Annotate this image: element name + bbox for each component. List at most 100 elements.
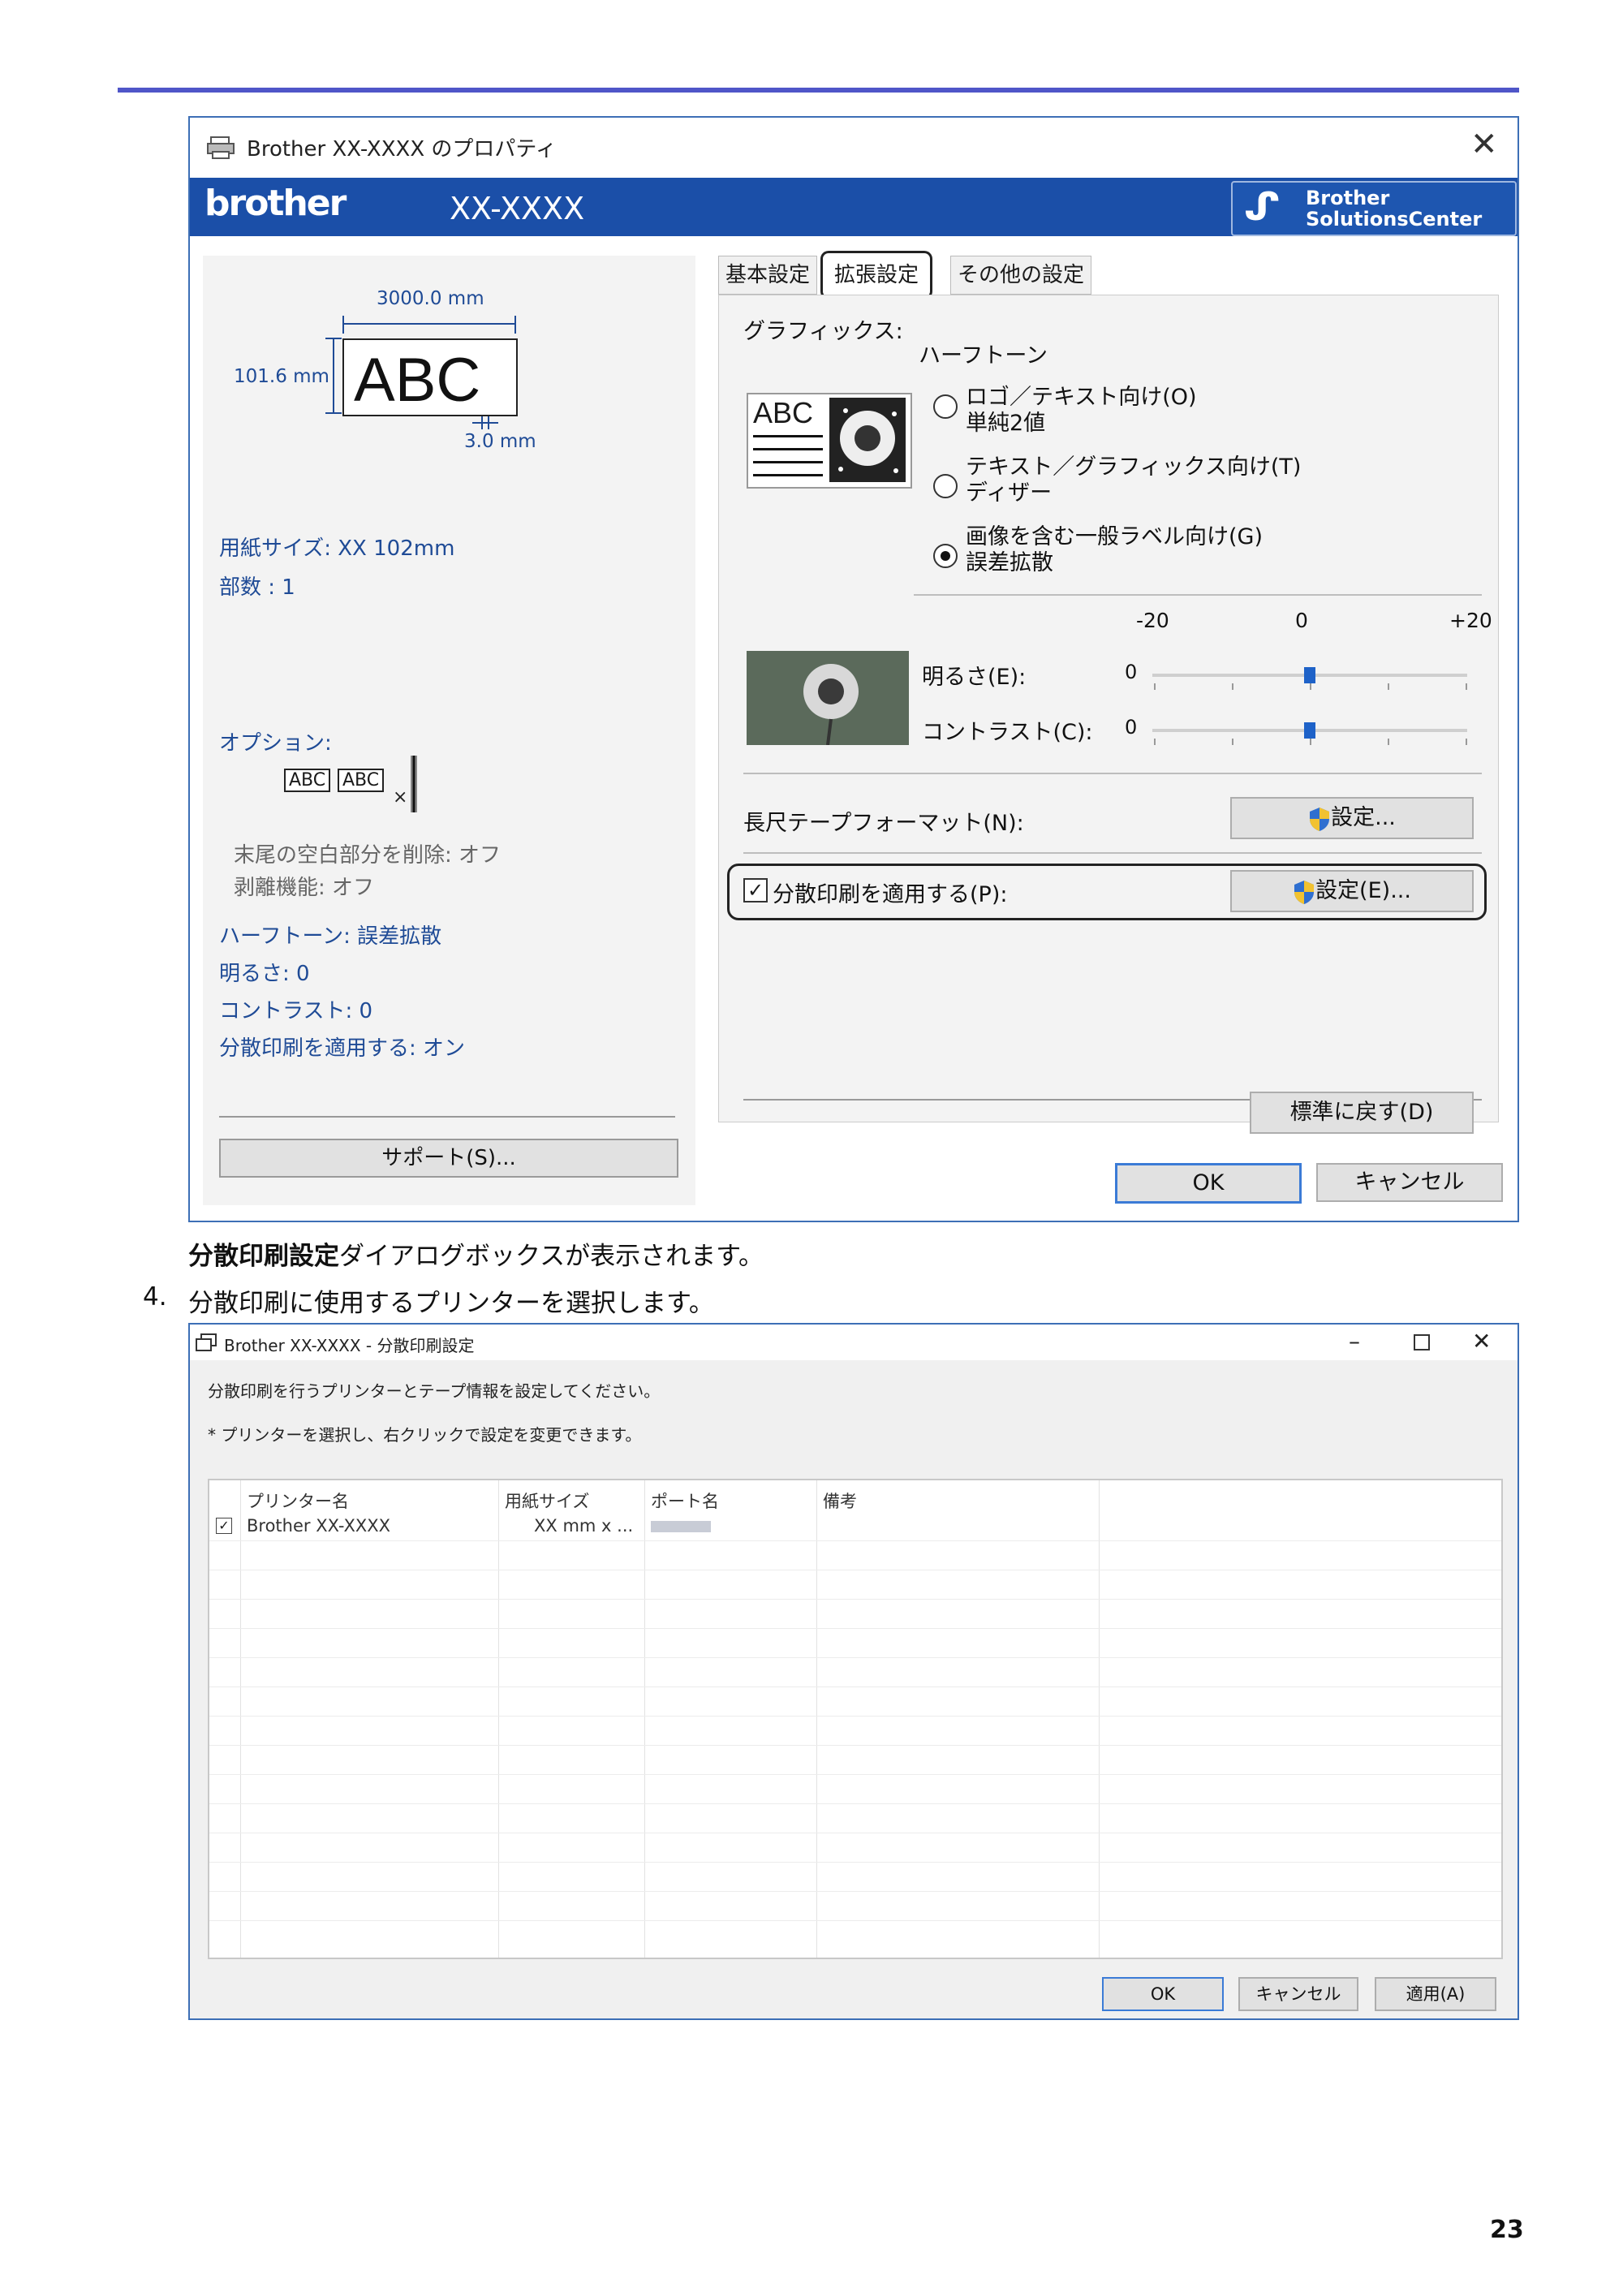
col-notes[interactable]: 備考: [823, 1488, 857, 1513]
radio-logo-text-label: ロゴ／テキスト向け(O): [966, 385, 1197, 410]
window-title-2: Brother XX-XXXX - 分散印刷設定: [224, 1336, 475, 1355]
ok-button-2[interactable]: OK: [1102, 1977, 1224, 2011]
scale-min: -20: [1136, 609, 1169, 632]
title-bar-2: Brother XX-XXXX - 分散印刷設定 – ✕: [190, 1325, 1518, 1360]
radio-text-graphics-label: テキスト／グラフィックス向け(T): [966, 454, 1302, 480]
summary-panel: 3000.0 mm 101.6 mm ABC 3.0 mm 用紙サイズ: XX …: [203, 256, 695, 1205]
row-printer-name: Brother XX-XXXX: [247, 1516, 391, 1536]
step-number: 4.: [143, 1282, 167, 1312]
radio-selected-dot: [941, 551, 950, 561]
scale-mid: 0: [1295, 609, 1308, 632]
apply-button[interactable]: 適用(A): [1375, 1977, 1496, 2011]
summary-options-label: オプション:: [219, 731, 332, 756]
radio-text-graphics-sub: ディザー: [966, 480, 1053, 506]
radio-general-label-label: 画像を含む一般ラベル向け(G): [966, 524, 1263, 549]
sunflower-photo-icon: [747, 651, 909, 745]
caption-bold: 分散印刷設定: [188, 1242, 339, 1271]
printer-list: プリンター名 用紙サイズ ポート名 備考 ✓ Brother XX-XXXX X…: [208, 1479, 1503, 1959]
brightness-slider-thumb[interactable]: [1304, 667, 1315, 683]
instruction-1: 分散印刷を行うプリンターとテープ情報を設定してください。: [208, 1381, 661, 1401]
row-port-blurred: [651, 1521, 711, 1532]
printer-properties-dialog: Brother XX-XXXX のプロパティ ✕ brother XX-XXXX…: [188, 116, 1519, 1222]
table-row[interactable]: ✓ Brother XX-XXXX XX mm x ...: [209, 1513, 1501, 1540]
radio-text-graphics[interactable]: [933, 474, 958, 498]
caption-rest: ダイアログボックスが表示されます。: [339, 1242, 764, 1271]
radio-general-label[interactable]: [933, 544, 958, 568]
minimize-icon[interactable]: –: [1349, 1328, 1360, 1355]
window-title: Brother XX-XXXX のプロパティ: [247, 137, 557, 162]
cancel-button[interactable]: キャンセル: [1316, 1163, 1503, 1202]
step-text: 分散印刷に使用するプリンターを選択します。: [188, 1289, 714, 1318]
solutions-center-button[interactable]: ᔑ Brother SolutionsCenter: [1231, 181, 1517, 236]
solutions-center-icon: ᔑ: [1244, 184, 1281, 230]
col-paper-size[interactable]: 用紙サイズ: [505, 1488, 589, 1513]
restore-defaults-button[interactable]: 標準に戻す(D): [1250, 1092, 1474, 1134]
summary-contrast: コントラスト: 0: [219, 999, 373, 1023]
summary-trim-blank: 末尾の空白部分を削除: オフ: [234, 843, 502, 868]
divider-1: [914, 594, 1482, 596]
cutter-icon: ×: [393, 756, 417, 812]
shield-icon: [1310, 807, 1330, 831]
preview-text: ABC: [354, 346, 481, 415]
label-preview: ABC: [342, 338, 518, 416]
width-dimension-icon: [342, 316, 516, 334]
height-label: 101.6 mm: [234, 366, 329, 387]
long-tape-settings-button[interactable]: 設定...: [1230, 797, 1474, 839]
brightness-value: 0: [1125, 661, 1138, 683]
close-icon[interactable]: ✕: [1470, 126, 1498, 163]
close-icon[interactable]: ✕: [1472, 1328, 1491, 1355]
height-dimension-icon: [325, 338, 342, 414]
brightness-label: 明るさ(E):: [922, 665, 1027, 690]
distributed-settings-button[interactable]: 設定(E)...: [1230, 870, 1474, 912]
settings-panel: 基本設定 拡張設定 その他の設定 グラフィックス: ハーフトーン ABC ロゴ／…: [715, 251, 1502, 1165]
shield-icon: [1294, 880, 1315, 904]
distributed-settings-label: 設定(E)...: [1315, 878, 1411, 903]
contrast-label: コントラスト(C):: [922, 720, 1093, 745]
cancel-button-2[interactable]: キャンセル: [1238, 1977, 1358, 2011]
printer-icon: [207, 136, 235, 159]
contrast-value: 0: [1125, 716, 1138, 739]
long-tape-label: 長尺テープフォーマット(N):: [743, 811, 1024, 836]
distributed-print-dialog: Brother XX-XXXX - 分散印刷設定 – ✕ 分散印刷を行うプリンタ…: [188, 1323, 1519, 2020]
summary-halftone: ハーフトーン: 誤差拡散: [219, 924, 442, 949]
col-port-name[interactable]: ポート名: [651, 1488, 719, 1513]
instruction-2: * プリンターを選択し、右クリックで設定を変更できます。: [208, 1425, 642, 1445]
graphics-preview-icon: ABC: [747, 393, 912, 489]
bsc-line1: Brother: [1306, 187, 1390, 209]
summary-distributed: 分散印刷を適用する: オン: [219, 1036, 466, 1061]
radio-general-label-sub: 誤差拡散: [966, 550, 1053, 575]
support-button[interactable]: サポート(S)...: [219, 1139, 678, 1178]
page-number: 23: [1490, 2216, 1524, 2244]
caption-line: 分散印刷設定ダイアログボックスが表示されます。: [188, 1235, 764, 1272]
radio-logo-text-sub: 単純2値: [966, 411, 1046, 436]
contrast-slider-thumb[interactable]: [1304, 722, 1315, 739]
maximize-icon[interactable]: [1414, 1334, 1430, 1350]
distributed-checkbox[interactable]: ✓: [743, 878, 768, 902]
advanced-tab-content: グラフィックス: ハーフトーン ABC ロゴ／テキスト向け(O) 単純2値 テキ…: [718, 295, 1499, 1122]
tab-basic[interactable]: 基本設定: [718, 256, 818, 295]
summary-divider: [219, 1116, 675, 1118]
row-checkbox[interactable]: ✓: [216, 1518, 232, 1534]
model-name: XX-XXXX: [450, 191, 585, 226]
distributed-label: 分散印刷を適用する(P):: [773, 882, 1008, 907]
tab-advanced[interactable]: 拡張設定: [820, 251, 933, 299]
tab-other[interactable]: その他の設定: [950, 256, 1092, 295]
halftone-label: ハーフトーン: [919, 343, 1048, 368]
option-label-icon-2: ABC: [338, 769, 385, 792]
scale-max: +20: [1449, 609, 1492, 632]
row-paper-size: XX mm x ...: [534, 1516, 634, 1536]
graphics-label: グラフィックス:: [743, 319, 903, 344]
printer-icon: [196, 1333, 217, 1351]
margin-label: 3.0 mm: [464, 431, 536, 452]
margin-dimension-icon: [472, 416, 498, 429]
long-tape-settings-label: 設定...: [1331, 805, 1396, 830]
bsc-line2: SolutionsCenter: [1306, 208, 1483, 230]
option-label-icon-1: ABC: [284, 769, 331, 792]
summary-paper-size: 用紙サイズ: XX 102mm: [219, 536, 455, 561]
divider-2: [743, 773, 1482, 774]
radio-logo-text[interactable]: [933, 394, 958, 419]
ok-button[interactable]: OK: [1115, 1163, 1302, 1204]
col-printer-name[interactable]: プリンター名: [247, 1488, 349, 1513]
width-label: 3000.0 mm: [377, 288, 484, 309]
brother-logo: brother: [204, 183, 347, 224]
